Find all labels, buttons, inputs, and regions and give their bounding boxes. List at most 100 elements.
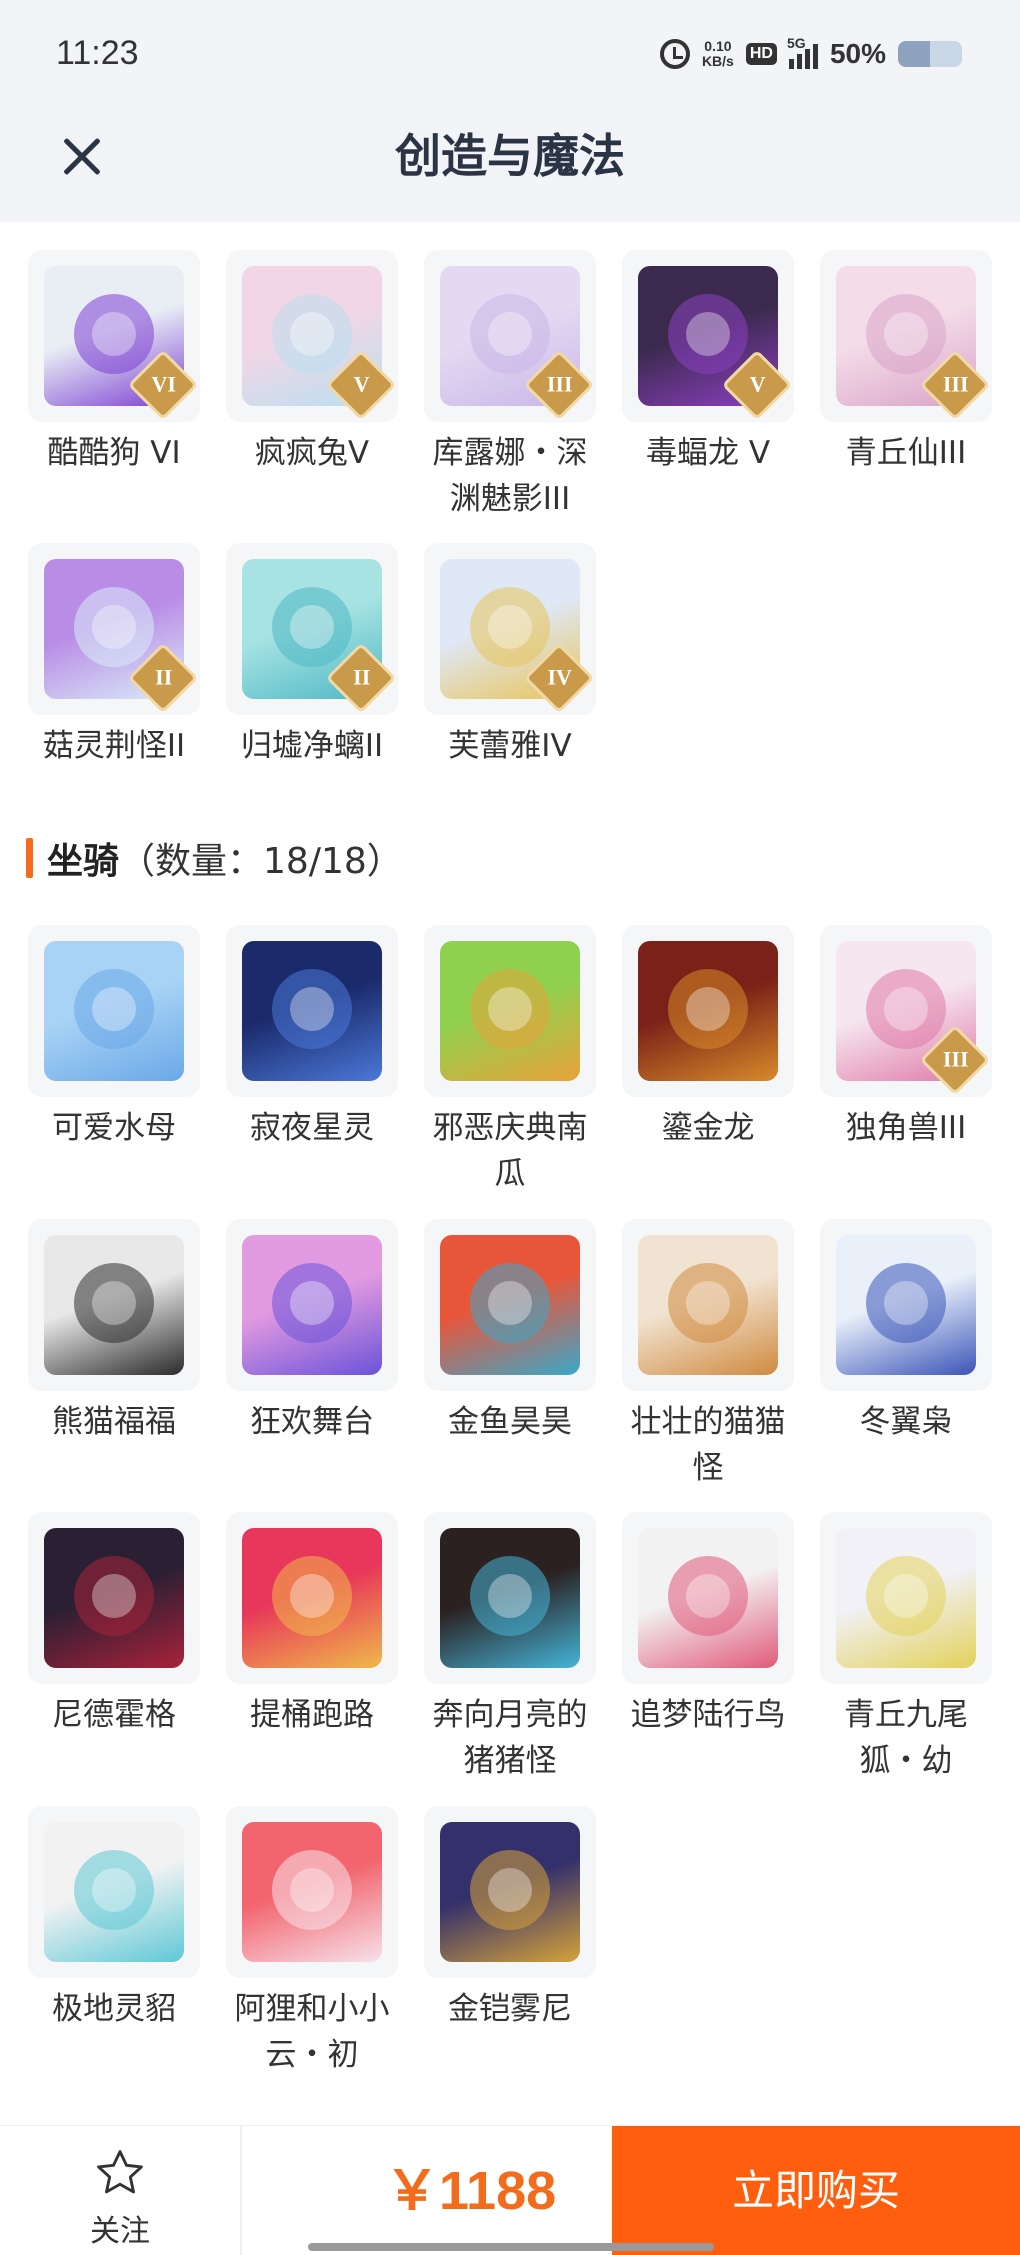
signal-bar <box>804 49 810 69</box>
network-speed-unit: KB/s <box>701 53 734 69</box>
item-name: 疯疯兔V <box>254 435 370 471</box>
item-thumbnail <box>28 1219 200 1391</box>
follow-label: 关注 <box>90 2214 150 2249</box>
item-tile[interactable]: 阿狸和小小云・初 <box>226 1806 398 2078</box>
item-thumbnail <box>622 1512 794 1684</box>
item-tile[interactable]: III 青丘仙III <box>820 250 992 476</box>
item-name: 邪恶庆典南瓜 <box>432 1110 588 1192</box>
item-tile[interactable]: 尼德霍格 <box>28 1512 200 1738</box>
art-shape <box>488 1868 532 1912</box>
art-shape <box>488 1574 532 1618</box>
item-thumbnail <box>820 1219 992 1391</box>
item-tile[interactable]: V 疯疯兔V <box>226 250 398 476</box>
item-name: 独角兽III <box>845 1110 967 1146</box>
section-accent <box>26 838 33 878</box>
item-tile[interactable]: II 菇灵荆怪II <box>28 543 200 769</box>
item-thumbnail <box>28 1512 200 1684</box>
item-thumbnail: V <box>226 250 398 422</box>
item-thumbnail <box>424 1219 596 1391</box>
item-tile[interactable]: VI 酷酷狗 VI <box>28 250 200 476</box>
signal-bar <box>796 54 802 69</box>
item-tile[interactable]: 熊猫福福 <box>28 1219 200 1445</box>
item-art-icon <box>242 1235 382 1375</box>
rank-badge-label: III <box>546 371 573 397</box>
item-name: 酷酷狗 VI <box>47 435 181 471</box>
item-thumbnail: III <box>820 925 992 1097</box>
item-art-icon <box>638 941 778 1081</box>
item-thumbnail <box>28 925 200 1097</box>
item-art-icon <box>638 1235 778 1375</box>
item-tile[interactable]: 鎏金龙 <box>622 925 794 1151</box>
item-tile[interactable]: III 库露娜・深渊魅影III <box>424 250 596 522</box>
art-shape <box>92 987 136 1031</box>
item-tile[interactable]: 可爱水母 <box>28 925 200 1151</box>
item-thumbnail <box>622 1219 794 1391</box>
network-speed: 0.10 KB/s <box>702 39 734 69</box>
section-title-mounts: 坐骑 （数量：18/18） <box>26 828 403 888</box>
item-name: 熊猫福福 <box>52 1404 176 1440</box>
item-thumbnail: III <box>820 250 992 422</box>
art-shape <box>290 605 334 649</box>
item-tile[interactable]: 青丘九尾狐・幼 <box>820 1512 992 1784</box>
item-thumbnail: II <box>28 543 200 715</box>
rank-badge-label: VI <box>151 371 176 397</box>
header: 创造与魔法 <box>0 110 1020 222</box>
item-name: 库露娜・深渊魅影III <box>432 435 588 517</box>
item-name: 鎏金龙 <box>661 1110 755 1146</box>
item-tile[interactable]: 邪恶庆典南瓜 <box>424 925 596 1197</box>
item-art-icon <box>44 1235 184 1375</box>
art-shape <box>290 1281 334 1325</box>
art-shape <box>686 987 730 1031</box>
item-name: 寂夜星灵 <box>250 1110 374 1146</box>
item-tile[interactable]: 金铠雾尼 <box>424 1806 596 2032</box>
rank-badge-label: III <box>942 1046 969 1072</box>
item-name: 奔向月亮的猪猪怪 <box>432 1697 588 1779</box>
section-count: （数量：18/18） <box>119 841 403 882</box>
buy-now-button[interactable]: 立即购买 <box>612 2126 1020 2255</box>
battery-fill <box>898 41 930 67</box>
alarm-icon <box>659 39 690 69</box>
art-shape <box>488 1281 532 1325</box>
item-name: 芙蕾雅IV <box>448 728 572 764</box>
item-name: 青丘九尾狐・幼 <box>844 1697 968 1779</box>
item-thumbnail <box>226 1512 398 1684</box>
art-shape <box>686 312 730 356</box>
item-tile[interactable]: 极地灵貂 <box>28 1806 200 2032</box>
item-tile[interactable]: 奔向月亮的猪猪怪 <box>424 1512 596 1784</box>
item-thumbnail: III <box>424 250 596 422</box>
item-tile[interactable]: 冬翼枭 <box>820 1219 992 1445</box>
item-name: 青丘仙III <box>845 435 967 471</box>
page-title: 创造与魔法 <box>395 129 625 183</box>
item-thumbnail: V <box>622 250 794 422</box>
item-name: 菇灵荆怪II <box>42 728 186 764</box>
home-indicator <box>308 2243 714 2251</box>
item-tile[interactable]: 寂夜星灵 <box>226 925 398 1151</box>
item-name: 金铠雾尼 <box>448 1991 572 2027</box>
item-tile[interactable]: 提桶跑路 <box>226 1512 398 1738</box>
follow-button[interactable]: 关注 <box>0 2126 242 2255</box>
item-tile[interactable]: 狂欢舞台 <box>226 1219 398 1445</box>
battery-percent: 50% <box>829 38 886 69</box>
rank-badge-label: II <box>155 664 173 690</box>
signal-icon: 5G <box>787 35 818 69</box>
status-time: 11:23 <box>56 34 139 72</box>
item-tile[interactable]: III 独角兽III <box>820 925 992 1151</box>
item-thumbnail <box>226 925 398 1097</box>
item-name: 追梦陆行鸟 <box>630 1697 786 1733</box>
rank-badge-label: II <box>353 664 371 690</box>
art-shape <box>290 987 334 1031</box>
item-art-icon <box>836 1528 976 1668</box>
item-tile[interactable]: 金鱼昊昊 <box>424 1219 596 1445</box>
item-thumbnail <box>424 1512 596 1684</box>
art-shape <box>92 1574 136 1618</box>
art-shape <box>92 312 136 356</box>
item-tile[interactable]: IV 芙蕾雅IV <box>424 543 596 769</box>
item-tile[interactable]: V 毒蝠龙 V <box>622 250 794 476</box>
item-tile[interactable]: II 归墟净螭II <box>226 543 398 769</box>
art-shape <box>884 1574 928 1618</box>
item-tile[interactable]: 追梦陆行鸟 <box>622 1512 794 1738</box>
hd-icon: HD <box>745 43 777 65</box>
signal-bar <box>812 44 818 69</box>
item-art-icon <box>440 1528 580 1668</box>
item-tile[interactable]: 壮壮的猫猫怪 <box>622 1219 794 1491</box>
